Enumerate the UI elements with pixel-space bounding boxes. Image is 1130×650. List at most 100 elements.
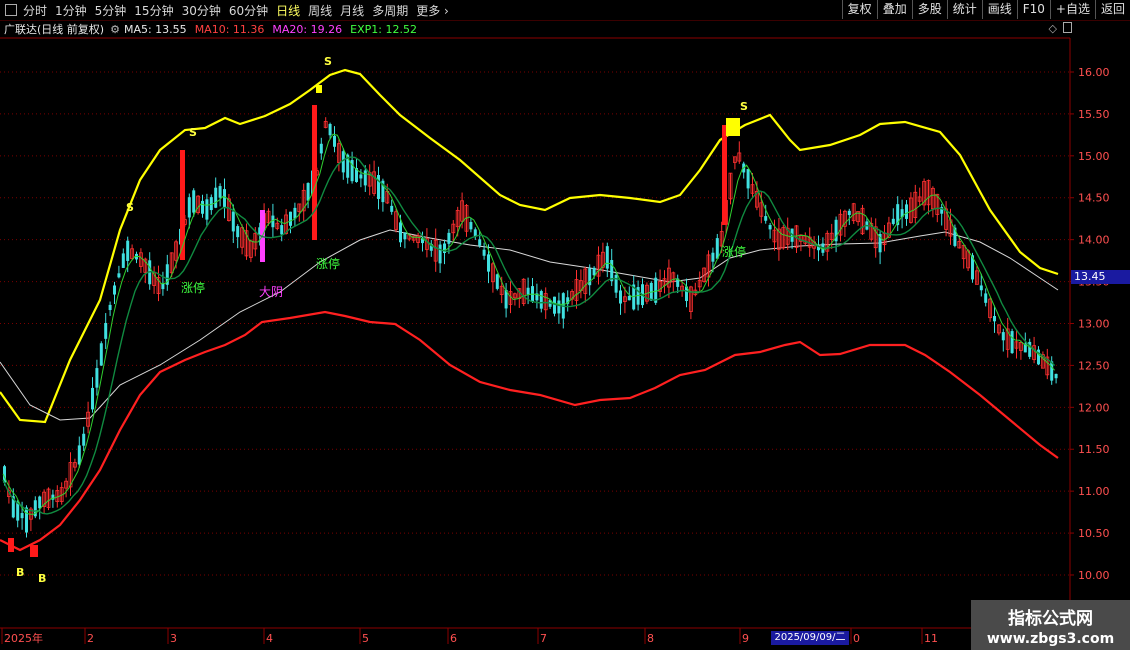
candle-body [1001, 332, 1005, 341]
candle-body [108, 304, 112, 311]
candle-body [438, 244, 442, 264]
time-tick-label: 11 [924, 632, 938, 645]
time-tick-label: 2 [87, 632, 94, 645]
candle-body [231, 211, 235, 232]
candle-body [161, 283, 165, 290]
upper-band-line [0, 68, 1059, 424]
chart-annotation: 涨停 [181, 280, 205, 295]
candle-body [117, 273, 121, 278]
candle-body [399, 222, 402, 243]
ma-short-line [2, 133, 1055, 515]
candle-body [187, 197, 191, 218]
candle-body [403, 232, 407, 240]
limit-candle-body [722, 125, 727, 225]
chart-annotation: 涨停 [316, 256, 340, 271]
candle-body [328, 123, 332, 136]
candle-body [993, 316, 996, 322]
candle-body [764, 216, 768, 221]
candle-body [1010, 331, 1014, 354]
watermark-url: www.zbgs3.com [986, 631, 1115, 647]
price-tick-label: 14.50 [1078, 192, 1110, 205]
chart-annotation: S [126, 201, 134, 214]
price-tick-label: 11.50 [1078, 443, 1110, 456]
candle-body [1054, 373, 1058, 379]
candle-body [236, 226, 240, 238]
candle-body [104, 323, 108, 339]
chart-annotation: 大阴 [259, 285, 283, 299]
candle-body [711, 252, 715, 262]
candle-body [38, 496, 42, 509]
candle-body [495, 274, 499, 289]
candle-body [891, 218, 895, 224]
kline-chart[interactable]: 16.0015.5015.0014.5014.0013.5013.0012.50… [0, 0, 1130, 650]
chart-annotation: S [189, 126, 197, 139]
time-tick-label: 9 [742, 632, 749, 645]
price-tick-label: 11.00 [1078, 485, 1110, 498]
candle-body [289, 211, 292, 226]
candle-body [592, 267, 596, 276]
candle-body [280, 225, 284, 235]
candle-body [25, 507, 28, 533]
candle-body [539, 291, 543, 309]
price-tick-label: 15.50 [1078, 108, 1110, 121]
candle-body [121, 253, 125, 268]
limit-candle-body [180, 150, 185, 260]
candle-body [984, 293, 988, 303]
candle-body [715, 238, 719, 259]
candle-body [359, 174, 363, 179]
candle-body [447, 232, 451, 244]
candle-body [319, 143, 323, 154]
candle-body [627, 295, 631, 301]
sell-signal-block [726, 118, 740, 136]
time-tick-label: 3 [170, 632, 177, 645]
ma-long-line [0, 229, 1059, 421]
buy-signal-block [8, 538, 14, 552]
candle-body [91, 387, 94, 410]
candle-body [469, 222, 473, 230]
candle-body [214, 187, 218, 208]
candle-body [20, 513, 24, 519]
candle-body [113, 285, 116, 295]
candle-body [614, 274, 618, 293]
candle-body [306, 183, 310, 201]
buy-signal-block [30, 545, 38, 557]
candle-body [619, 290, 622, 304]
candle-body [557, 300, 561, 314]
time-tick-label: 2025年 [4, 631, 43, 645]
candle-body [746, 169, 750, 189]
price-tick-label: 14.00 [1078, 234, 1110, 247]
candle-body [487, 254, 490, 272]
candle-body [482, 249, 486, 256]
price-tick-label: 15.00 [1078, 150, 1110, 163]
price-tick-label: 10.50 [1078, 527, 1110, 540]
chart-annotation: B [16, 566, 24, 579]
price-tick-label: 10.00 [1078, 569, 1110, 582]
candle-body [95, 368, 99, 388]
candle-body [341, 151, 345, 173]
time-tick-label: 7 [540, 632, 547, 645]
chart-annotation: S [740, 100, 748, 113]
candle-body [82, 433, 86, 446]
candle-body [77, 445, 81, 465]
candle-body [605, 246, 609, 269]
sell-signal-block [316, 85, 322, 93]
watermark-title: 指标公式网 [1008, 609, 1093, 629]
candle-body [768, 225, 772, 230]
candle-body [526, 287, 530, 295]
limit-candle-body [312, 105, 317, 240]
chart-annotation: 涨停 [722, 244, 746, 259]
candle-body [333, 135, 336, 147]
price-tick-label: 12.50 [1078, 359, 1110, 372]
candle-body [192, 190, 196, 213]
current-price-tag: 13.45 [1071, 270, 1130, 284]
candle-body [99, 343, 103, 366]
price-tick-label: 12.00 [1078, 401, 1110, 414]
candle-body [979, 285, 983, 291]
time-tick-label: 6 [450, 632, 457, 645]
time-tick-label: 4 [266, 632, 273, 645]
watermark: 指标公式网 www.zbgs3.com [971, 600, 1130, 650]
candle-body [847, 210, 851, 216]
candle-body [363, 170, 367, 186]
lower-band-line [0, 310, 1059, 552]
candle-body [478, 239, 482, 246]
